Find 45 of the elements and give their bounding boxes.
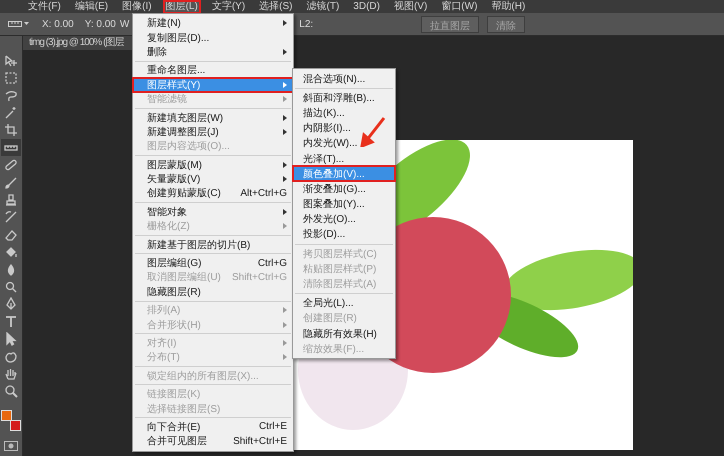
w-label: W	[120, 18, 130, 30]
menu-item[interactable]: 向下合并(E) Ctrl+E	[133, 420, 293, 434]
menu-item[interactable]: 隐藏所有效果(H)	[293, 326, 395, 342]
menu-item[interactable]: 重命名图层...	[133, 63, 293, 78]
menu-item[interactable]: 光泽(T)...	[293, 150, 395, 166]
menu-item[interactable]: 全局光(L)...	[293, 296, 395, 311]
menu-title[interactable]: 编辑(E)	[72, 0, 110, 12]
l2-label: L2:	[299, 18, 314, 30]
menu-title[interactable]: 选择(S)	[257, 0, 294, 12]
menu-item[interactable]: 智能对象	[133, 204, 293, 220]
menu-item[interactable]: 新建基于图层的切片(B)	[133, 237, 293, 252]
menu-title[interactable]: 图像(I)	[120, 0, 154, 12]
menu-item[interactable]: 隐藏图层(R)	[133, 284, 293, 300]
menu-title[interactable]: 3D(D)	[351, 0, 382, 12]
menu-title[interactable]: 视图(V)	[392, 0, 430, 12]
menu-item[interactable]: 内发光(W)...	[293, 136, 395, 151]
menu-item[interactable]: 内阴影(I)...	[293, 120, 395, 136]
color-swatch[interactable]	[10, 420, 21, 432]
menu-title[interactable]: 文件(F)	[26, 0, 63, 12]
menu-item[interactable]: 新建填充图层(W)	[133, 110, 293, 125]
pointer-arrow	[360, 117, 386, 147]
menu-item[interactable]: 新建(N)	[133, 16, 293, 30]
menu-item[interactable]: 图层编组(G) Ctrl+G	[133, 256, 293, 270]
menu-item[interactable]: 混合选项(N)...	[293, 71, 395, 86]
menu-item[interactable]: 描边(K)...	[293, 105, 395, 121]
menu-item[interactable]: 合并可见图层 Shift+Ctrl+E	[133, 434, 293, 449]
x-label: X: 0.00	[42, 18, 74, 30]
menu-item[interactable]: 新建调整图层(J)	[133, 124, 293, 140]
menu-item[interactable]: 图案叠加(Y)...	[293, 196, 395, 212]
menu-item[interactable]: 图层蒙版(M)	[133, 158, 293, 172]
menu-item[interactable]: 矢量蒙版(V)	[133, 172, 293, 186]
menu-title[interactable]: 帮助(H)	[489, 0, 528, 12]
menu-title[interactable]: 滤镜(T)	[304, 0, 342, 12]
ruler-icon[interactable]	[8, 18, 30, 30]
ruler-icon[interactable]	[1, 139, 21, 156]
color-swatch[interactable]	[1, 410, 12, 422]
menu-item[interactable]: 投影(D)...	[293, 226, 395, 242]
menu-title[interactable]: 图层(L)	[164, 0, 200, 12]
menu-item[interactable]: 渐变叠加(G)...	[293, 181, 395, 196]
menu-item[interactable]: 创建剪贴蒙版(C) Alt+Ctrl+G	[133, 186, 293, 201]
menu-title[interactable]: 窗口(W)	[439, 0, 480, 12]
y-label: Y: 0.00	[84, 18, 116, 30]
menu-title[interactable]: 文字(Y)	[210, 0, 248, 12]
menu-item[interactable]: 外发光(O)...	[293, 212, 395, 227]
menu-item[interactable]: 斜面和浮雕(B)...	[293, 90, 395, 106]
